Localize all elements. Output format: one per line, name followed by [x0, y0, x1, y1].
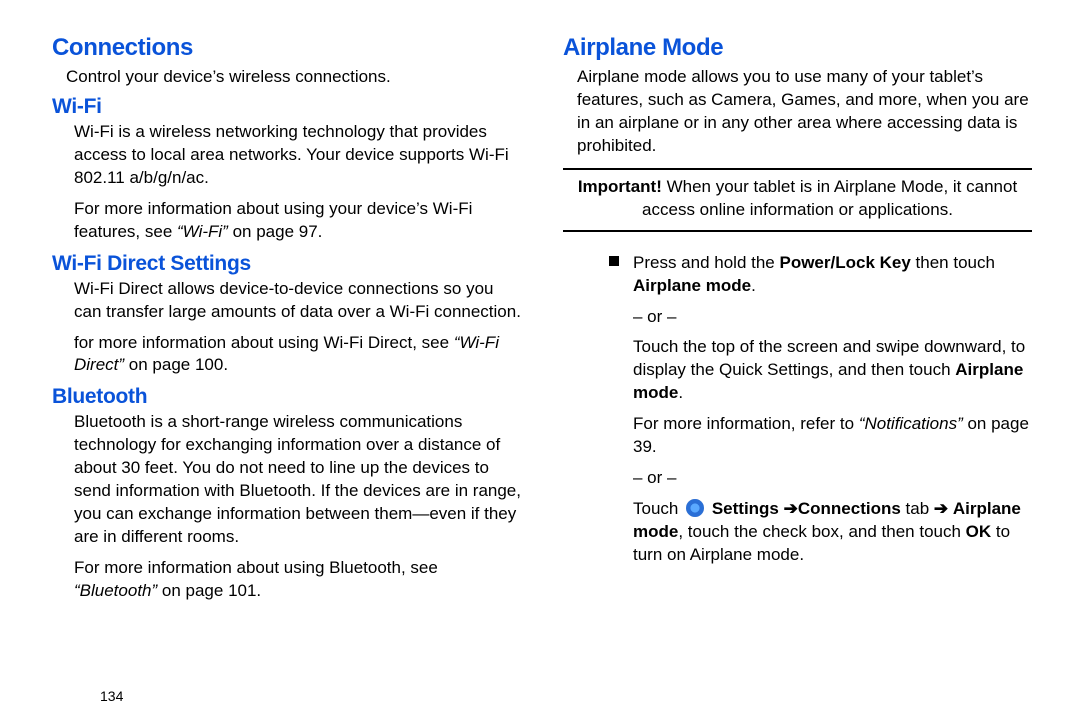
important-callout: Important! When your tablet is in Airpla…: [563, 168, 1032, 232]
wifi-moreinfo: For more information about using your de…: [74, 198, 521, 244]
step3-settings: Settings: [712, 499, 798, 518]
important-text: When your tablet is in Airplane Mode, it…: [642, 177, 1017, 219]
step-2: Touch the top of the screen and swipe do…: [633, 336, 1032, 405]
step1-c: then touch: [911, 253, 995, 272]
airplane-desc: Airplane mode allows you to use many of …: [577, 66, 1032, 158]
wifi-direct-moreinfo: for more information about using Wi-Fi D…: [74, 332, 521, 378]
bluetooth-moreinfo: For more information about using Bluetoo…: [74, 557, 521, 603]
step-content: Press and hold the Power/Lock Key then t…: [633, 250, 1032, 575]
step-or-2: – or –: [633, 467, 1032, 490]
connections-intro: Control your device’s wireless connectio…: [66, 66, 521, 89]
manual-page: Connections Control your device’s wirele…: [0, 0, 1080, 720]
heading-wifi: Wi-Fi: [52, 95, 521, 119]
step-bullet-row: Press and hold the Power/Lock Key then t…: [609, 250, 1032, 575]
bluetooth-moreinfo-a: For more information about using Bluetoo…: [74, 558, 438, 577]
square-bullet-icon: [609, 256, 619, 266]
bluetooth-desc: Bluetooth is a short-range wireless comm…: [74, 411, 521, 549]
bluetooth-xref: “Bluetooth”: [74, 581, 157, 600]
step3-ok: OK: [966, 522, 992, 541]
heading-bluetooth: Bluetooth: [52, 385, 521, 409]
important-label: Important!: [578, 177, 662, 196]
step2ref-a: For more information, refer to: [633, 414, 859, 433]
step1-airplanemode: Airplane mode: [633, 276, 751, 295]
wifi-desc: Wi-Fi is a wireless networking technolog…: [74, 121, 521, 190]
step-or-1: – or –: [633, 306, 1032, 329]
heading-wifi-direct: Wi-Fi Direct Settings: [52, 252, 521, 276]
page-number: 134: [100, 688, 123, 704]
step3-arrow2: [929, 499, 948, 518]
wifi-moreinfo-b: on page 97.: [228, 222, 323, 241]
step2-c: .: [678, 383, 683, 402]
left-column: Connections Control your device’s wirele…: [52, 28, 521, 710]
settings-icon: [686, 499, 704, 517]
heading-connections: Connections: [52, 34, 521, 62]
heading-airplane-mode: Airplane Mode: [563, 34, 1032, 62]
wifi-xref: “Wi-Fi”: [177, 222, 228, 241]
step-2-ref: For more information, refer to “Notifica…: [633, 413, 1032, 459]
airplane-steps: Press and hold the Power/Lock Key then t…: [609, 250, 1032, 575]
step-1: Press and hold the Power/Lock Key then t…: [633, 252, 1032, 298]
step1-e: .: [751, 276, 756, 295]
bluetooth-moreinfo-b: on page 101.: [157, 581, 261, 600]
right-column: Airplane Mode Airplane mode allows you t…: [563, 28, 1032, 710]
step1-a: Press and hold the: [633, 253, 779, 272]
step-3: Touch SettingsConnections tab Airplane m…: [633, 498, 1032, 567]
wifi-direct-moreinfo-b: on page 100.: [124, 355, 228, 374]
step3-connections: Connections: [798, 499, 901, 518]
wifi-direct-moreinfo-a: for more information about using Wi-Fi D…: [74, 333, 454, 352]
step3-touch: Touch: [633, 499, 683, 518]
wifi-direct-desc: Wi-Fi Direct allows device-to-device con…: [74, 278, 521, 324]
step2-xref: “Notifications”: [859, 414, 963, 433]
step1-powerkey: Power/Lock Key: [779, 253, 910, 272]
step3-tab: tab: [901, 499, 929, 518]
step3-rest: , touch the check box, and then touch: [678, 522, 965, 541]
